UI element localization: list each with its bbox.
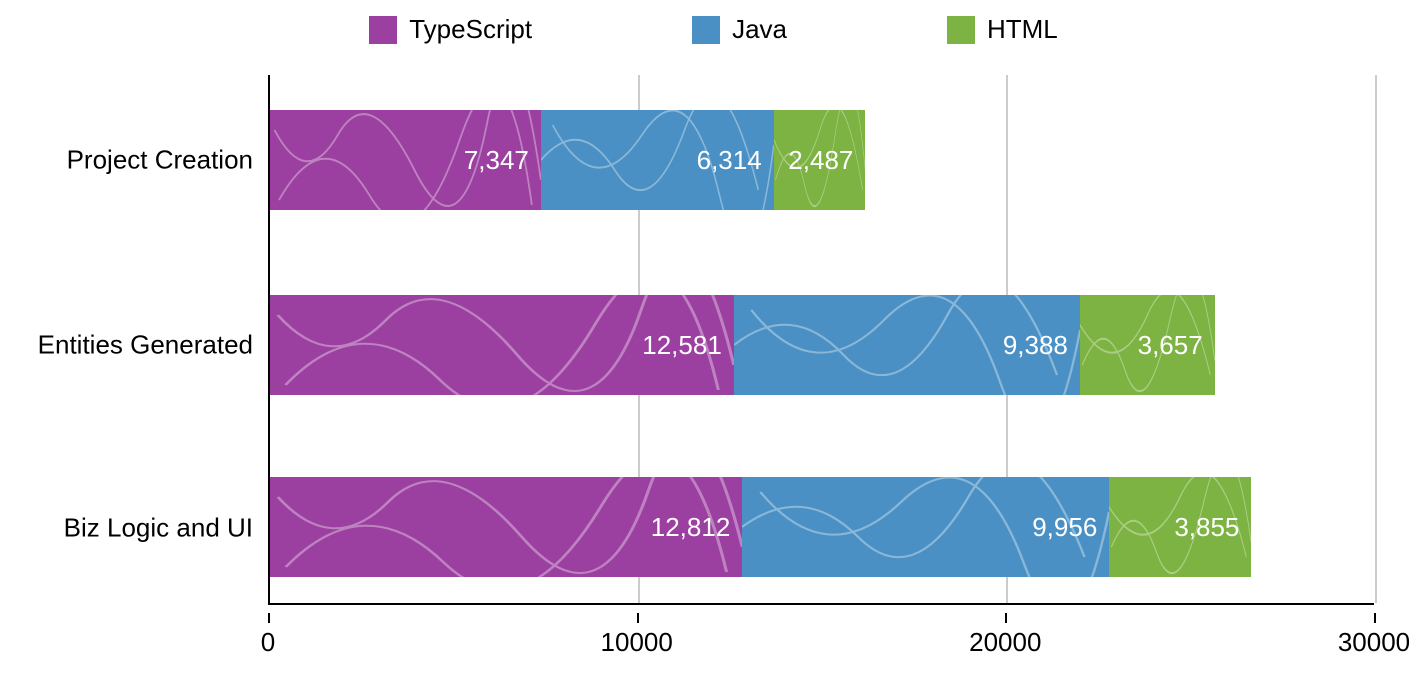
bar-seg-biz-logic-html: 3,855	[1109, 477, 1251, 577]
y-axis-label-1: Entities Generated	[0, 330, 253, 361]
legend-swatch-typescript	[369, 16, 397, 44]
legend-swatch-java	[692, 16, 720, 44]
x-tick-label-3: 30000	[1338, 627, 1410, 658]
data-label: 2,487	[788, 145, 853, 176]
stacked-bar-chart: TypeScript Java HTML Project Creation En…	[0, 0, 1427, 683]
bar-seg-project-creation-typescript: 7,347	[270, 110, 541, 210]
bar-seg-entities-generated-java: 9,388	[734, 295, 1080, 395]
legend-swatch-html	[947, 16, 975, 44]
bar-seg-entities-generated-html: 3,657	[1080, 295, 1215, 395]
data-label: 9,956	[1032, 512, 1097, 543]
tick-mark	[1374, 613, 1376, 623]
data-label: 3,657	[1138, 330, 1203, 361]
x-tick-label-2: 20000	[969, 627, 1041, 658]
legend-label-html: HTML	[987, 14, 1058, 45]
legend: TypeScript Java HTML	[0, 0, 1427, 45]
legend-label-java: Java	[732, 14, 787, 45]
tick-mark	[637, 613, 639, 623]
data-label: 6,314	[697, 145, 762, 176]
legend-item-html: HTML	[947, 14, 1058, 45]
plot-area: 7,347 6,314 2,487 12,581 9,388	[268, 75, 1374, 605]
bar-seg-entities-generated-typescript: 12,581	[270, 295, 734, 395]
tick-mark	[268, 613, 270, 623]
data-label: 12,581	[642, 330, 722, 361]
bar-seg-biz-logic-java: 9,956	[742, 477, 1109, 577]
data-label: 12,812	[651, 512, 731, 543]
legend-item-java: Java	[692, 14, 787, 45]
data-label: 3,855	[1174, 512, 1239, 543]
bar-row-project-creation: 7,347 6,314 2,487	[270, 110, 865, 210]
x-tick-label-0: 0	[261, 627, 275, 658]
data-label: 7,347	[464, 145, 529, 176]
tick-mark	[1005, 613, 1007, 623]
bar-seg-biz-logic-typescript: 12,812	[270, 477, 742, 577]
y-axis-label-0: Project Creation	[0, 145, 253, 176]
bar-row-entities-generated: 12,581 9,388 3,657	[270, 295, 1215, 395]
bar-seg-project-creation-html: 2,487	[774, 110, 866, 210]
legend-item-typescript: TypeScript	[369, 14, 532, 45]
data-label: 9,388	[1003, 330, 1068, 361]
legend-label-typescript: TypeScript	[409, 14, 532, 45]
bar-seg-project-creation-java: 6,314	[541, 110, 774, 210]
bar-row-biz-logic-and-ui: 12,812 9,956 3,855	[270, 477, 1251, 577]
x-tick-label-1: 10000	[601, 627, 673, 658]
gridline-30000	[1375, 75, 1377, 603]
y-axis-label-2: Biz Logic and UI	[0, 513, 253, 544]
